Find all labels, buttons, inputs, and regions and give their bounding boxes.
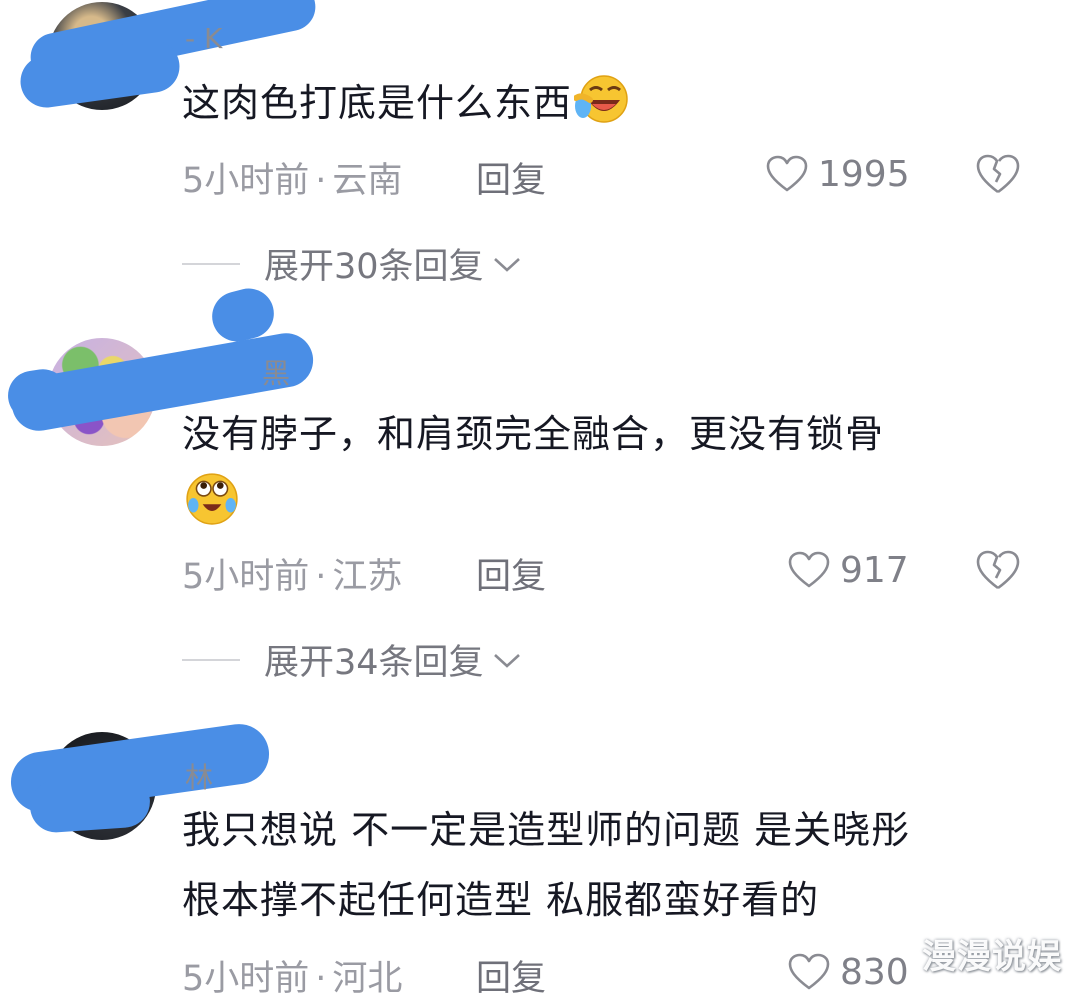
timestamp: 5小时前 [182,557,310,597]
upward-eyes-emoji-icon [186,473,238,525]
expand-replies-button[interactable]: 展开30条回复 [182,238,522,289]
divider [182,262,240,265]
comment-text-line: 我只想说 不一定是造型师的问题 是关晓彤 [182,808,911,852]
reply-button[interactable]: 回复 [476,152,546,203]
expand-replies-label: 展开34条回复 [264,643,484,683]
timestamp: 5小时前 [182,959,310,999]
watermark: 漫漫说娱 [922,937,1062,977]
comments-page: - K 这肉色打底是什么东西 5小时前 · 云南 回复 1995 展开30条回复… [0,0,1080,1000]
comment-text: 没有脖子，和肩颈完全融合，更没有锁骨 [182,404,884,464]
laughing-crying-emoji-icon [574,75,628,123]
location: 江苏 [332,557,403,597]
heart-icon [788,551,830,588]
separator: · [315,557,327,597]
comment-meta: 5小时前 · 江苏 [182,548,402,599]
username[interactable]: 黑 [262,352,290,392]
location: 河北 [332,959,403,999]
expand-replies-label: 展开30条回复 [264,247,484,287]
reply-button[interactable]: 回复 [476,548,546,599]
divider [182,658,240,661]
reply-button[interactable]: 回复 [476,950,546,1000]
comment-meta: 5小时前 · 河北 [182,950,402,1000]
timestamp: 5小时前 [182,161,310,201]
separator: · [315,959,327,999]
like-count: 830 [840,951,909,993]
like-button[interactable]: 917 [788,548,909,592]
broken-heart-icon[interactable] [975,548,1021,592]
chevron-down-icon [493,257,520,272]
username[interactable]: - K [185,22,222,55]
heart-icon [766,155,808,192]
comment-meta: 5小时前 · 云南 [182,152,402,203]
like-count: 917 [840,549,909,591]
chevron-down-icon [493,653,520,668]
comment-text-line: 根本撑不起任何造型 私服都蛮好看的 [182,878,820,922]
redaction-mark [28,773,152,835]
comment-text-line: 这肉色打底是什么东西 [182,81,573,125]
username[interactable]: 林 [185,756,213,796]
expand-replies-button[interactable]: 展开34条回复 [182,634,522,685]
separator: · [315,161,327,201]
broken-heart-icon[interactable] [975,152,1021,196]
like-count: 1995 [818,153,910,195]
comment-text: 我只想说 不一定是造型师的问题 是关晓彤 根本撑不起任何造型 私服都蛮好看的 [182,800,910,930]
like-button[interactable]: 1995 [766,152,910,196]
location: 云南 [332,161,403,201]
like-button[interactable]: 830 [788,950,909,994]
comment-text-line: 没有脖子，和肩颈完全融合，更没有锁骨 [182,412,885,456]
heart-icon [788,953,830,990]
comment-text: 这肉色打底是什么东西 [182,72,628,133]
